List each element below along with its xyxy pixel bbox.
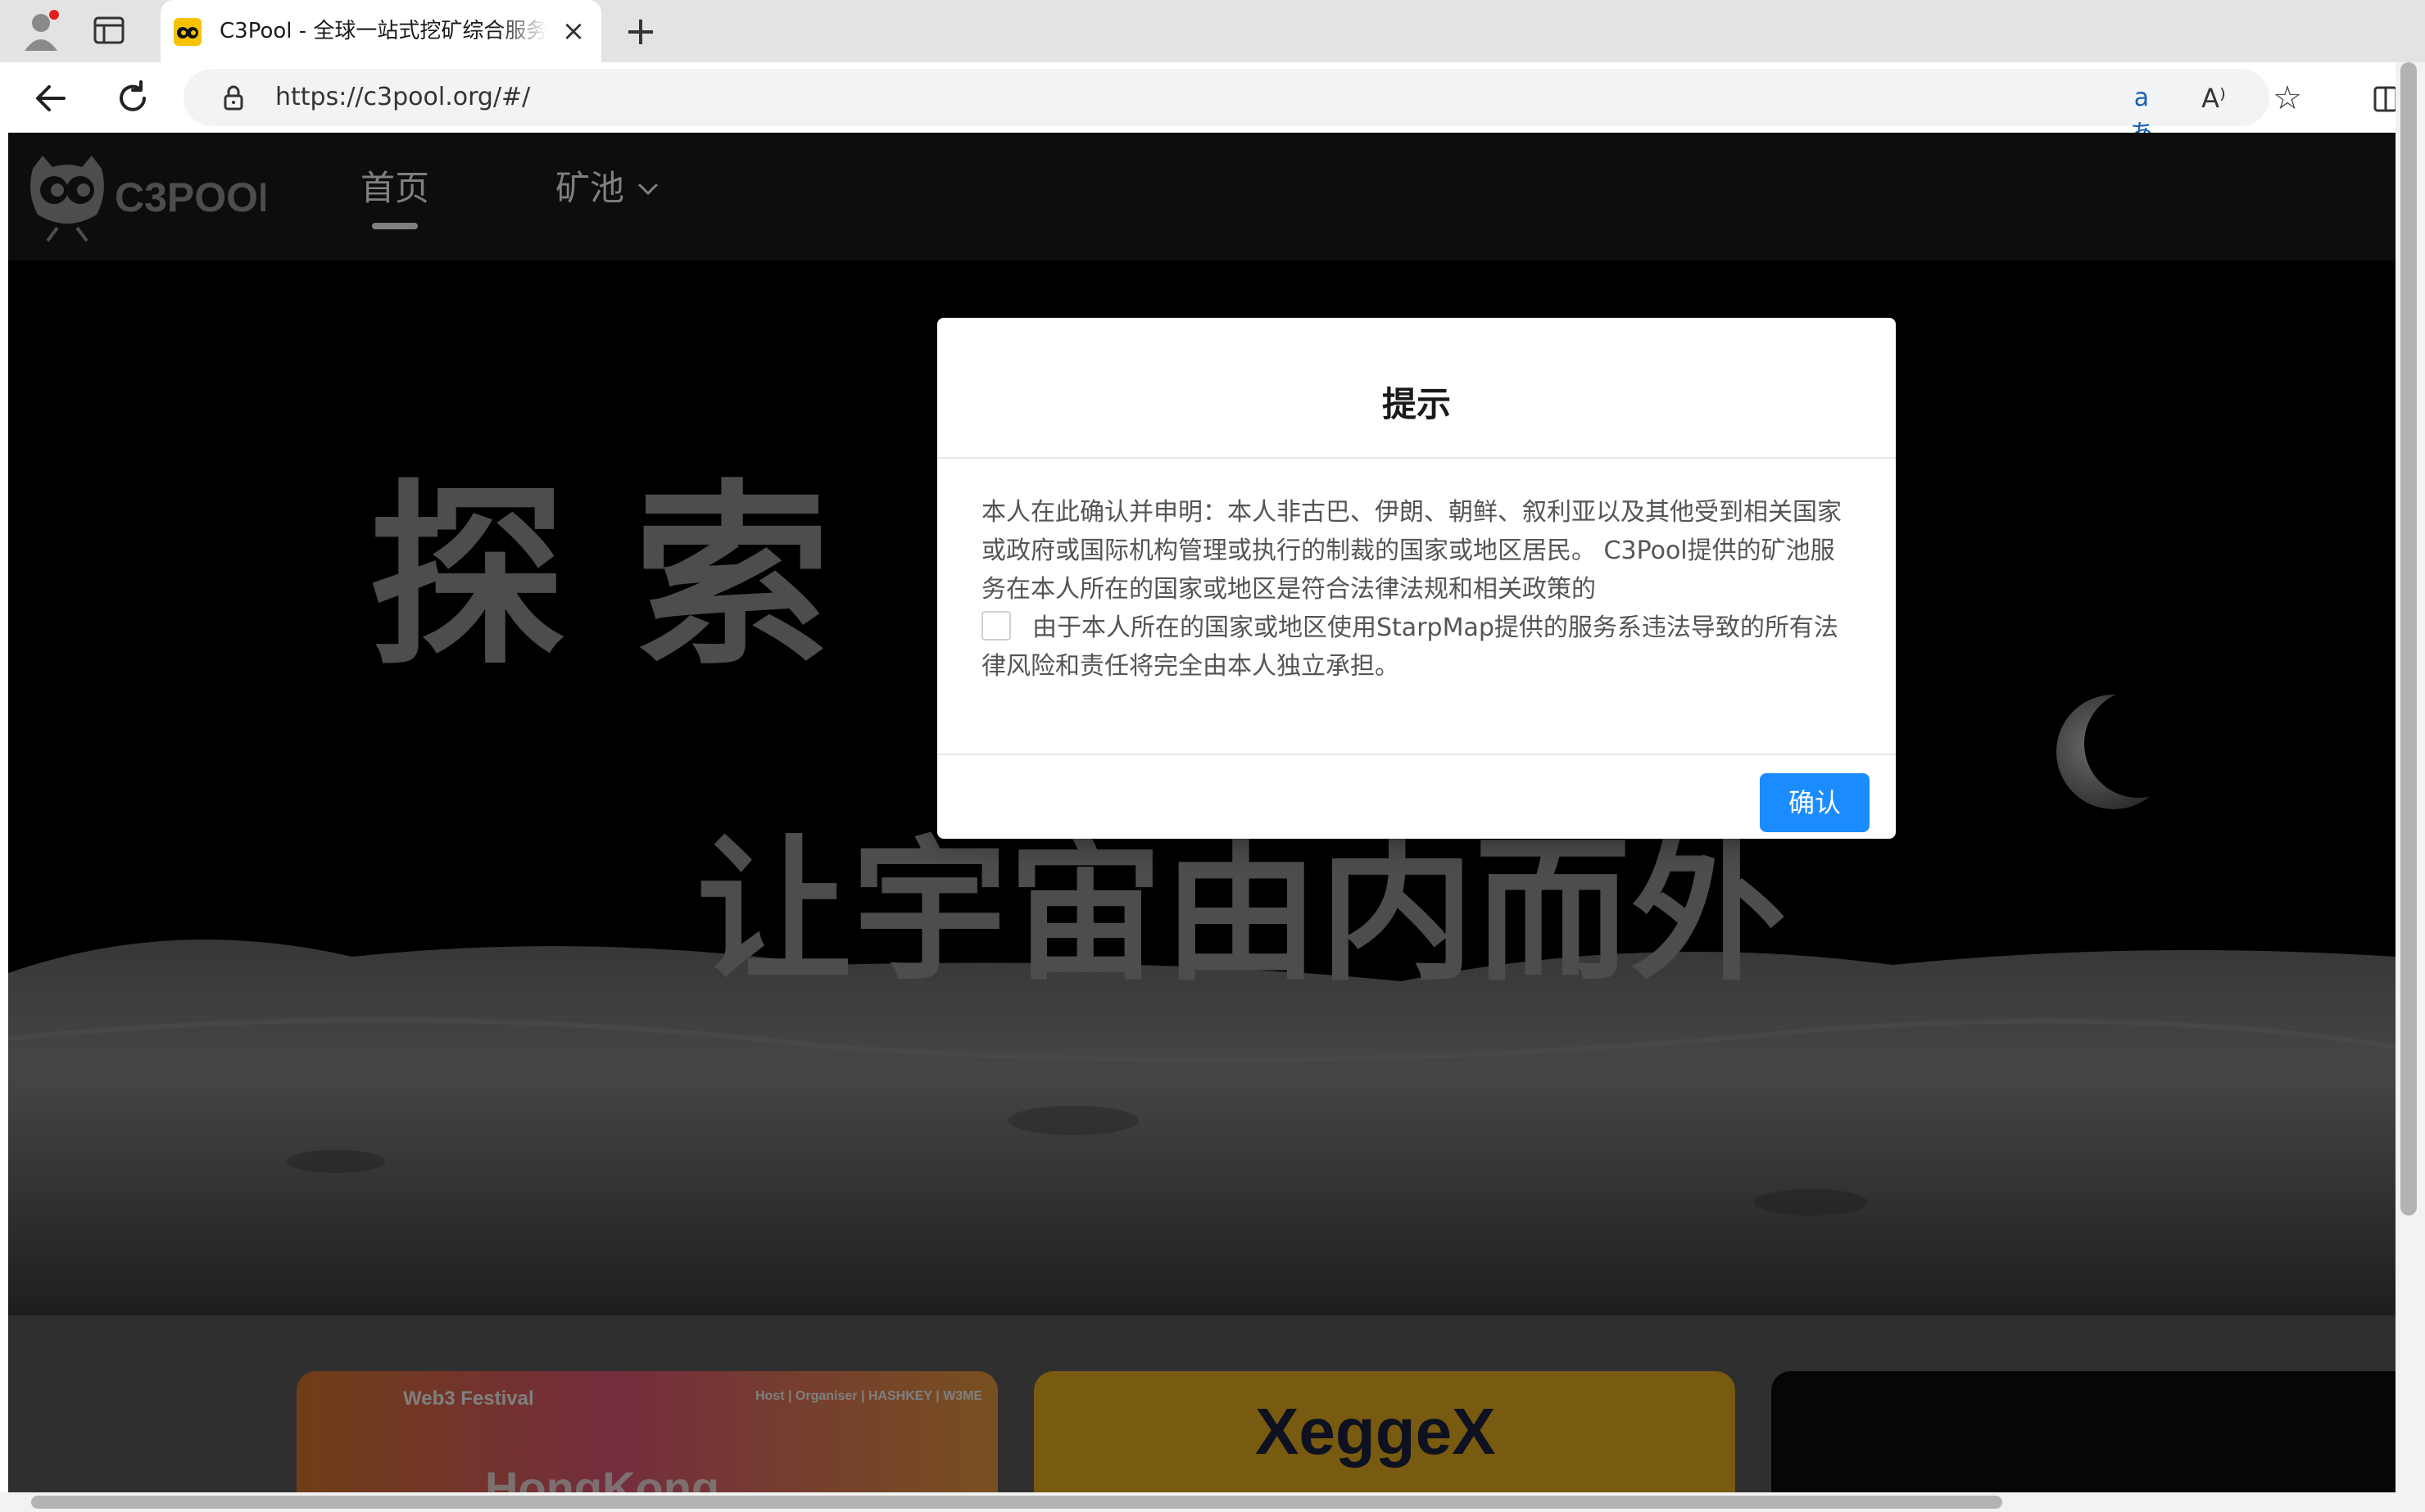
vertical-scrollbar-thumb[interactable] <box>2400 62 2417 1215</box>
horizontal-scrollbar-thumb[interactable] <box>31 1496 2002 1509</box>
url-text[interactable]: https://c3pool.org/#/ <box>275 79 530 116</box>
translate-icon[interactable]: aあ <box>2124 80 2160 148</box>
address-bar[interactable]: https://c3pool.org/#/ aあ A⁾ ☆ <box>184 69 2302 148</box>
confirm-button[interactable]: 确认 <box>1760 773 1870 832</box>
dialog-title: 提示 <box>1381 384 1451 424</box>
close-tab-icon[interactable]: × <box>559 16 588 46</box>
browser-tab-active[interactable]: C3Pool - 全球一站式挖矿综合服务 × <box>161 0 601 62</box>
new-tab-icon[interactable]: + <box>623 11 659 51</box>
page-viewport: C3POOL 首页 矿池 <box>8 133 2396 1492</box>
vertical-scrollbar[interactable] <box>2396 62 2425 1512</box>
dialog-body: 本人在此确认并申明：本人非古巴、伊朗、朝鲜、叙利亚以及其他受到相关国家或政府或国… <box>981 493 1850 686</box>
browser-toolbar: https://c3pool.org/#/ aあ A⁾ ☆ <box>0 62 2425 148</box>
liability-text: 由于本人所在的国家或地区使用StarpMap提供的服务系违法导致的所有法律风险和… <box>981 613 1838 681</box>
profile-avatar-icon[interactable] <box>21 8 62 54</box>
horizontal-scrollbar[interactable] <box>0 1492 2396 1512</box>
dialog-header: 提示 <box>937 318 1896 459</box>
declaration-text: 本人在此确认并申明：本人非古巴、伊朗、朝鲜、叙利亚以及其他受到相关国家或政府或国… <box>981 498 1842 604</box>
c3pool-favicon-icon <box>174 18 202 46</box>
notice-dialog: 提示 本人在此确认并申明：本人非古巴、伊朗、朝鲜、叙利亚以及其他受到相关国家或政… <box>937 318 1896 839</box>
lock-icon[interactable] <box>220 84 247 111</box>
back-arrow-icon[interactable] <box>31 79 70 118</box>
tab-title: C3Pool - 全球一站式挖矿综合服务 <box>220 19 547 43</box>
refresh-icon[interactable] <box>113 79 152 118</box>
read-aloud-icon[interactable]: A⁾ <box>2196 80 2232 116</box>
agree-checkbox[interactable] <box>981 611 1011 641</box>
dialog-footer: 确认 <box>937 754 1896 840</box>
tab-actions-icon[interactable] <box>92 15 128 48</box>
favorite-star-icon[interactable]: ☆ <box>2269 80 2305 116</box>
browser-tab-bar: C3Pool - 全球一站式挖矿综合服务 × + <box>0 0 2425 62</box>
